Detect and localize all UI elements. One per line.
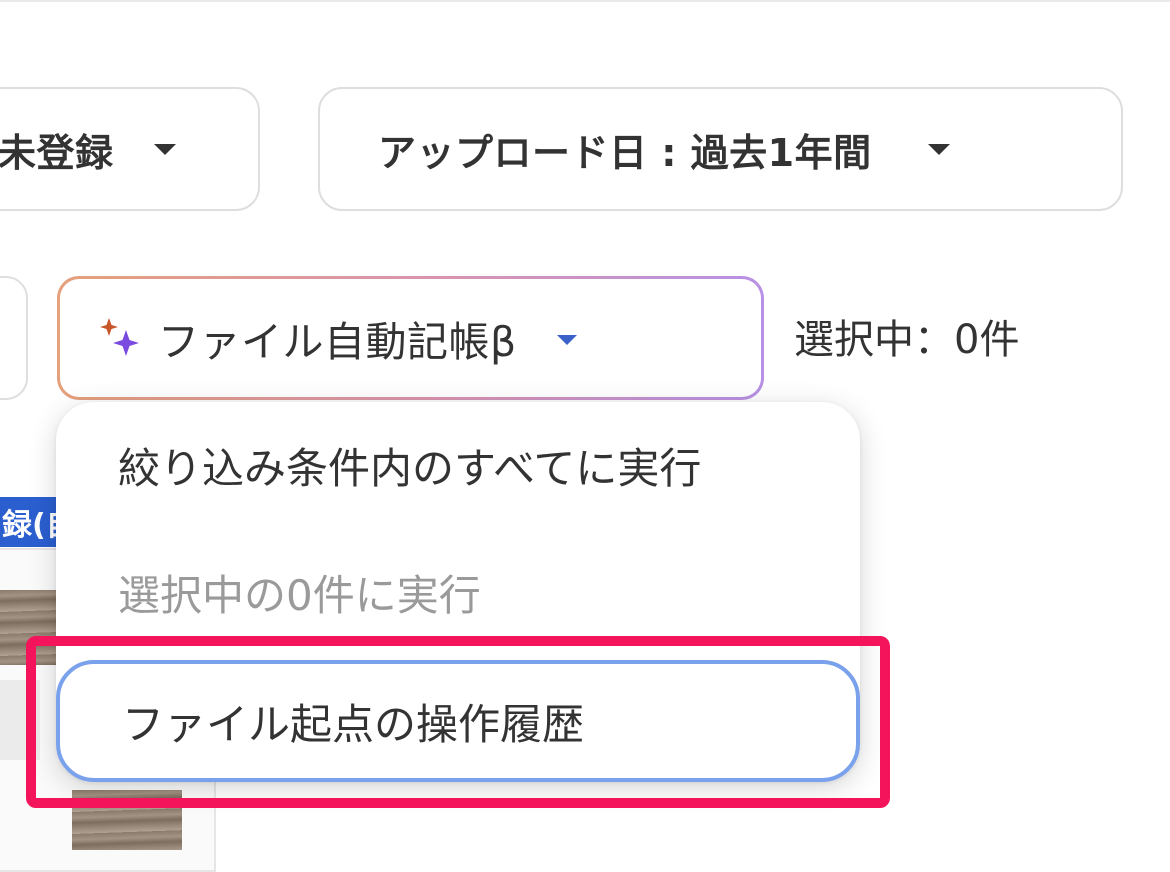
chevron-down-icon — [927, 143, 950, 155]
menu-item-run-selected: 選択中の0件に実行 — [118, 570, 481, 620]
upload-date-filter-dropdown[interactable]: アップロード日 : 過去1年間 — [318, 87, 1123, 211]
highlight-annotation — [26, 636, 890, 808]
chevron-down-icon — [153, 143, 176, 155]
partial-action-button[interactable] — [0, 276, 28, 400]
chevron-down-icon — [556, 335, 577, 345]
registration-filter-dropdown[interactable]: 未登録 — [0, 87, 260, 211]
selection-count: 選択中：0件 — [794, 317, 1020, 363]
registration-filter-label: 未登録 — [0, 130, 114, 175]
top-divider — [0, 0, 1170, 2]
auto-bookkeeping-button[interactable]: ファイル自動記帳β — [57, 276, 764, 400]
auto-bookkeeping-label: ファイル自動記帳β — [158, 318, 517, 366]
upload-date-filter-label: アップロード日 : 過去1年間 — [378, 130, 872, 175]
menu-item-run-all-filtered[interactable]: 絞り込み条件内のすべてに実行 — [56, 430, 860, 500]
sparkle-icon — [96, 314, 144, 362]
